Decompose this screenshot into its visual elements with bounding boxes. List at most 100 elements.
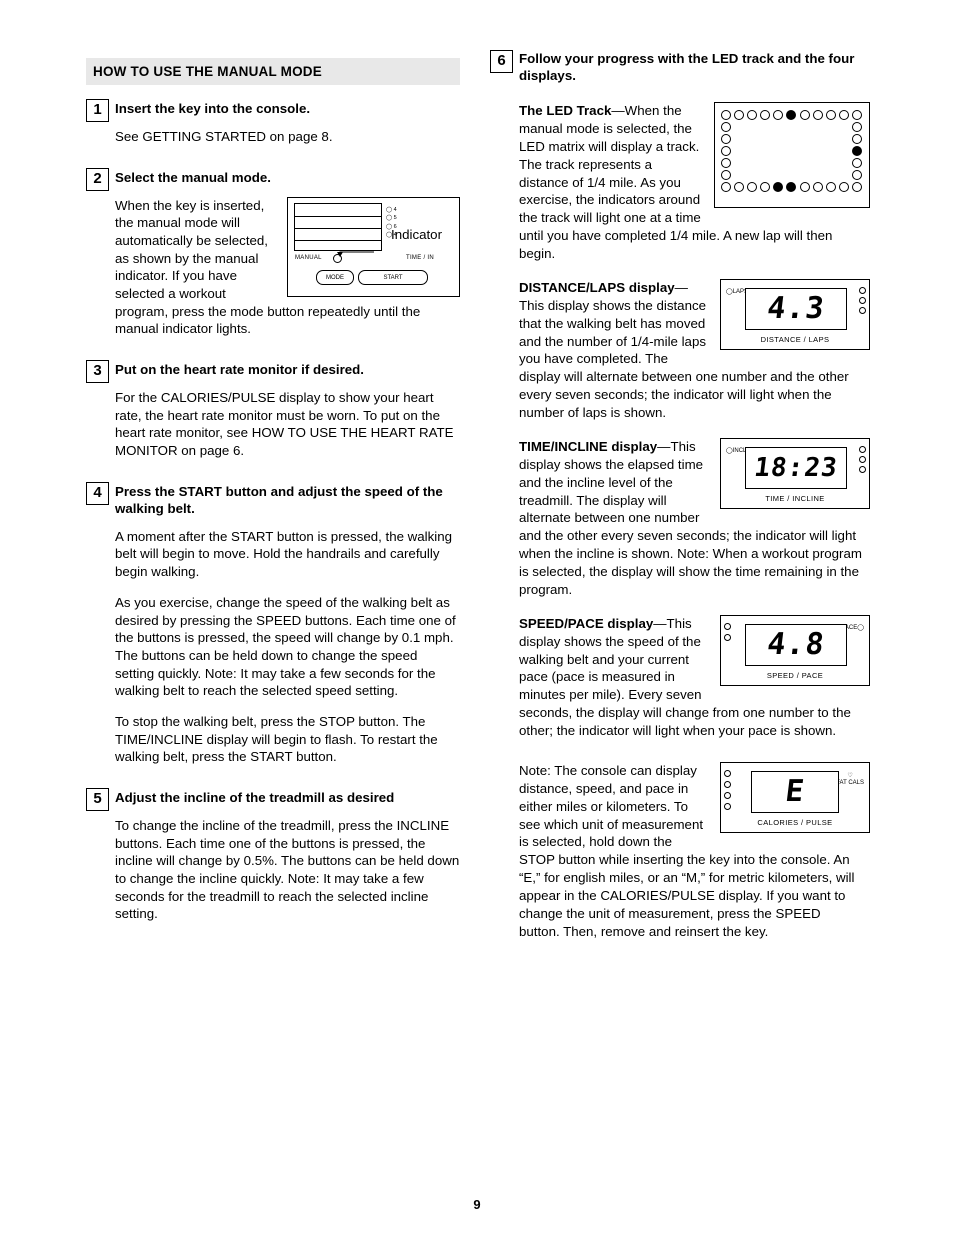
led-cell — [747, 170, 757, 180]
led-cell — [826, 170, 836, 180]
console-indicator-figure: ◯ 4 ◯ 5 ◯ 6 ◯ 4 MANUAL TIME / IN MODE ST… — [287, 196, 460, 297]
led-cell — [721, 110, 731, 121]
console-start-button[interactable]: START — [358, 269, 428, 285]
step-4-body: A moment after the START button is press… — [115, 528, 460, 766]
section-header: HOW TO USE THE MANUAL MODE — [86, 58, 460, 85]
led-cell — [812, 110, 823, 121]
step-1-paragraph-1: See GETTING STARTED on page 8. — [115, 129, 333, 145]
step-4-number: 4 — [86, 481, 109, 505]
led-cell — [851, 170, 862, 181]
step-4-paragraph-3: To stop the walking belt, press the STOP… — [115, 713, 438, 765]
led-track-sep: —When — [611, 103, 660, 119]
step-2-number: 2 — [86, 167, 109, 191]
led-cell — [826, 146, 836, 156]
led-cell — [747, 110, 758, 121]
speed-pace-lead: SPEED/PACE display — [519, 615, 654, 631]
led-cell — [838, 182, 849, 193]
led-cell — [760, 110, 771, 121]
step-3: 3 Put on the heart rate monitor if desir… — [86, 360, 460, 460]
led-cell — [839, 122, 849, 132]
led-cell — [760, 158, 770, 168]
led-cell — [786, 134, 796, 144]
step-4-paragraph-1: A moment after the START button is press… — [115, 528, 453, 580]
led-cell — [747, 182, 758, 193]
led-cell — [800, 134, 810, 144]
led-cell — [839, 158, 849, 168]
step-5: 5 Adjust the incline of the treadmill as… — [86, 787, 460, 923]
step-2: 2 Select the manual mode. ◯ 4 ◯ 5 ◯ 6 ◯ … — [86, 167, 460, 338]
page-number: 9 — [473, 1197, 481, 1212]
display-side-dots — [724, 769, 731, 810]
indicator-callout-label: Indicator — [391, 226, 442, 242]
display-side-dots — [724, 622, 731, 641]
distance-laps-screen: 4.3 — [745, 287, 847, 330]
led-cell — [813, 122, 823, 132]
led-cell — [734, 122, 744, 132]
led-cell — [747, 158, 757, 168]
led-cell — [800, 158, 810, 168]
console-mode-button[interactable]: MODE — [316, 269, 354, 285]
left-column: HOW TO USE THE MANUAL MODE 1 Insert the … — [86, 58, 460, 923]
led-cell — [839, 134, 849, 144]
indicator-arrow-icon — [337, 251, 374, 257]
step-3-paragraph-1: For the CALORIES/PULSE display to show y… — [115, 390, 454, 459]
time-incline-caption: TIME / INCLINE — [765, 493, 825, 503]
fat-cals-indicator-label: ♡ FAT CALS — [836, 772, 864, 786]
led-cell — [799, 182, 810, 193]
led-cell — [786, 158, 796, 168]
speed-pace-caption: SPEED / PACE — [766, 670, 824, 680]
speed-pace-block: PACE◯ 4.8 SPEED / PACE SPEED/PACE displa… — [519, 614, 870, 740]
led-cell — [838, 110, 849, 121]
led-cell — [800, 146, 810, 156]
led-cell — [721, 158, 731, 169]
time-incline-display: ◯INCL. 18:23 TIME / INCLINE — [720, 437, 870, 509]
calories-pulse-figure: ♡ FAT CALS E CALORIES / PULSE — [720, 761, 870, 833]
led-cell — [799, 110, 810, 121]
led-track-lead: The LED Track — [519, 103, 612, 119]
time-incline-block: ◯INCL. 18:23 TIME / INCLINE TIME/INCLINE… — [519, 437, 870, 599]
calories-pulse-caption: CALORIES / PULSE — [757, 817, 833, 827]
led-cell — [826, 134, 836, 144]
step-5-number: 5 — [86, 787, 109, 811]
led-cell — [734, 146, 744, 156]
distance-laps-lead: DISTANCE/LAPS display — [519, 279, 675, 295]
led-cell — [773, 110, 784, 121]
led-cell — [851, 134, 862, 145]
led-cell — [851, 122, 862, 133]
led-cell — [760, 134, 770, 144]
calories-pulse-block: ♡ FAT CALS E CALORIES / PULSE Note: The c… — [519, 761, 870, 941]
led-cell — [721, 170, 731, 181]
time-incline-lead: TIME/INCLINE display — [519, 438, 658, 454]
led-cell — [800, 170, 810, 180]
led-cell — [734, 134, 744, 144]
step-2-title: Select the manual mode. — [115, 169, 271, 185]
step-1-number: 1 — [86, 99, 109, 122]
led-cell — [825, 110, 836, 121]
display-side-dots — [859, 445, 866, 473]
step-2-body: ◯ 4 ◯ 5 ◯ 6 ◯ 4 MANUAL TIME / IN MODE ST… — [115, 196, 460, 338]
led-matrix — [721, 110, 863, 193]
calories-pulse-screen: E — [751, 770, 839, 813]
distance-laps-caption: DISTANCE / LAPS — [760, 334, 830, 344]
led-cell — [773, 170, 783, 180]
step-4-paragraph-2: As you exercise, change the speed of the… — [115, 594, 456, 699]
step-1-body: See GETTING STARTED on page 8. — [115, 128, 460, 146]
led-cell — [786, 146, 796, 156]
led-cell — [800, 122, 810, 132]
led-cell — [734, 110, 745, 121]
console-time-label: TIME / IN — [406, 254, 435, 261]
led-cell — [812, 182, 823, 193]
led-cell — [786, 122, 796, 132]
led-cell — [734, 170, 744, 180]
led-cell — [760, 182, 771, 193]
speed-pace-display: PACE◯ 4.8 SPEED / PACE — [720, 614, 870, 686]
console-figure-frame: ◯ 4 ◯ 5 ◯ 6 ◯ 4 MANUAL TIME / IN MODE ST… — [287, 196, 460, 297]
right-column: 6 Follow your progress with the LED trac… — [490, 50, 870, 941]
led-cell — [773, 134, 783, 144]
